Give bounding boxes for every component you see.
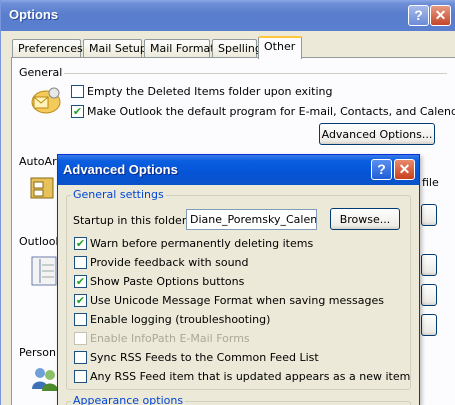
autoarchive-icon bbox=[28, 172, 58, 202]
tab-mail-setup[interactable]: Mail Setup bbox=[83, 39, 147, 58]
close-icon: ✕ bbox=[398, 161, 411, 177]
general-divider bbox=[64, 73, 447, 74]
options-window-title: Options bbox=[9, 7, 59, 22]
check-icon: ✔ bbox=[75, 275, 86, 288]
help-icon: ? bbox=[414, 7, 423, 23]
advanced-options-title: Advanced Options bbox=[63, 162, 178, 177]
default-program-checkbox[interactable]: ✔ bbox=[71, 105, 84, 118]
empty-deleted-items-label: Empty the Deleted Items folder upon exit… bbox=[87, 85, 333, 98]
background-button-1[interactable] bbox=[421, 204, 437, 226]
enable-logging-checkbox[interactable] bbox=[74, 313, 87, 326]
options-title-bar[interactable]: Options ? ✕ bbox=[1, 0, 455, 31]
sync-rss-checkbox[interactable] bbox=[74, 351, 87, 364]
background-button-4[interactable] bbox=[421, 314, 437, 336]
reading-pane-icon bbox=[30, 255, 58, 287]
dialog-close-button[interactable]: ✕ bbox=[394, 159, 415, 180]
close-button[interactable]: ✕ bbox=[430, 5, 451, 26]
autoarchive-heading: AutoArc bbox=[19, 155, 63, 168]
close-icon: ✕ bbox=[434, 7, 447, 23]
advanced-options-title-bar[interactable]: Advanced Options ? ✕ bbox=[58, 155, 419, 185]
browse-button[interactable]: Browse... bbox=[330, 208, 400, 230]
startup-folder-field[interactable]: Diane_Poremsky_Calendar bbox=[186, 209, 317, 230]
sync-rss-label: Sync RSS Feeds to the Common Feed List bbox=[90, 351, 319, 364]
enable-logging-label: Enable logging (troubleshooting) bbox=[90, 313, 271, 326]
background-button-2[interactable] bbox=[421, 254, 437, 276]
paste-options-label: Show Paste Options buttons bbox=[90, 275, 245, 288]
outlook-options-icon bbox=[28, 84, 64, 116]
tab-spelling[interactable]: Spelling bbox=[212, 39, 262, 58]
warn-delete-label: Warn before permanently deleting items bbox=[90, 237, 314, 250]
check-icon: ✔ bbox=[75, 237, 86, 250]
advanced-options-dialog: Advanced Options ? ✕ General settings St… bbox=[57, 154, 420, 405]
rss-new-item-checkbox[interactable] bbox=[74, 370, 87, 383]
warn-delete-checkbox[interactable]: ✔ bbox=[74, 237, 87, 250]
tab-preferences[interactable]: Preferences bbox=[12, 39, 83, 58]
unicode-format-label: Use Unicode Message Format when saving m… bbox=[90, 294, 384, 307]
empty-deleted-items-checkbox[interactable] bbox=[71, 85, 84, 98]
check-icon: ✔ bbox=[75, 294, 86, 307]
general-heading: General bbox=[19, 66, 63, 79]
person-names-heading: Person bbox=[19, 346, 56, 359]
background-button-3[interactable] bbox=[421, 284, 437, 306]
unicode-format-checkbox[interactable]: ✔ bbox=[74, 294, 87, 307]
rss-new-item-label: Any RSS Feed item that is updated appear… bbox=[90, 370, 411, 383]
infopath-forms-checkbox bbox=[74, 332, 87, 345]
tab-mail-format[interactable]: Mail Format bbox=[144, 39, 215, 58]
startup-folder-label: Startup in this folder: bbox=[73, 214, 190, 227]
infopath-forms-label: Enable InfoPath E-Mail Forms bbox=[90, 332, 250, 345]
feedback-sound-checkbox[interactable] bbox=[74, 256, 87, 269]
check-icon: ✔ bbox=[72, 105, 83, 118]
paste-options-checkbox[interactable]: ✔ bbox=[74, 275, 87, 288]
file-label-fragment: file bbox=[422, 176, 439, 189]
help-icon: ? bbox=[377, 161, 386, 177]
default-program-label: Make Outlook the default program for E-m… bbox=[87, 105, 455, 118]
dialog-help-button[interactable]: ? bbox=[371, 159, 392, 180]
advanced-options-button[interactable]: Advanced Options... bbox=[319, 123, 435, 145]
appearance-options-legend: Appearance options bbox=[71, 394, 186, 405]
help-button[interactable]: ? bbox=[408, 5, 429, 26]
outlook-panes-heading: Outlook bbox=[19, 235, 62, 248]
feedback-sound-label: Provide feedback with sound bbox=[90, 256, 249, 269]
general-settings-legend: General settings bbox=[71, 188, 166, 201]
tab-other[interactable]: Other bbox=[258, 36, 302, 59]
options-tabs: Preferences Mail Setup Mail Format Spell… bbox=[1, 36, 455, 59]
